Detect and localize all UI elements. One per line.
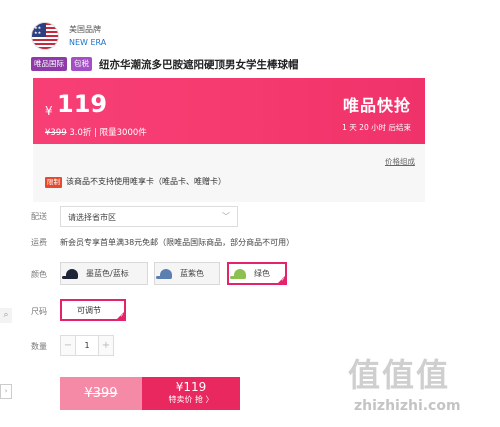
discount-rate: 3.0折	[69, 128, 92, 138]
watermark-domain: zhizhizhi.com	[354, 398, 461, 414]
buy-flash-sale-button[interactable]: ¥119 特卖价 抢 〉	[142, 377, 240, 410]
delivery-label: 配送	[31, 212, 47, 221]
color-option-green[interactable]: 绿色	[227, 262, 287, 285]
price-subline: ¥399 3.0折 | 限量3000件	[45, 126, 147, 138]
product-title-row: 唯品国际 包税 纽亦华潮流多巴胺遮阳硬顶男女学生棒球帽	[31, 56, 299, 72]
quantity-value[interactable]: 1	[75, 336, 99, 355]
brand-name-link[interactable]: NEW ERA	[69, 38, 106, 47]
original-price-label: ¥399	[84, 386, 118, 401]
countdown-timer: 1 天 20 小时 后结束	[342, 123, 411, 132]
current-price: 119	[57, 90, 108, 118]
search-icon[interactable]: ⌕	[0, 308, 12, 323]
flash-sale-title: 唯品快抢	[342, 96, 411, 115]
restriction-badge: 限制	[45, 177, 62, 188]
brand-origin: 美国品牌	[69, 25, 101, 34]
color-option-label: 绿色	[254, 269, 270, 278]
color-option-label: 墨蓝色/蓝标	[86, 269, 129, 278]
product-title: 纽亦华潮流多巴胺遮阳硬顶男女学生棒球帽	[99, 58, 299, 71]
size-option-label: 可调节	[77, 306, 101, 315]
price-info-box: 价格组成 限制 该商品不支持使用唯享卡（唯品卡、唯赠卡）	[33, 144, 425, 202]
chevron-down-icon: ﹀	[222, 212, 230, 221]
restriction-text: 该商品不支持使用唯享卡（唯品卡、唯赠卡）	[66, 177, 226, 186]
size-label: 尺码	[31, 307, 47, 316]
color-label: 颜色	[31, 270, 47, 279]
cap-thumbnail	[62, 268, 81, 280]
size-option-adjustable[interactable]: 可调节	[60, 299, 126, 321]
selected-check-icon	[116, 311, 125, 320]
watermark-logo: 值值值	[348, 356, 451, 394]
chevron-right-icon[interactable]: ›	[0, 384, 12, 399]
flash-buy-label: 特卖价 抢 〉	[168, 395, 214, 404]
cap-thumbnail	[156, 268, 175, 280]
limited-quantity: | 限量3000件	[94, 128, 147, 138]
price-composition-link[interactable]: 价格组成	[385, 156, 415, 167]
region-select-value: 请选择省市区	[68, 213, 116, 222]
flash-sale-price-banner: ¥ 119 ¥399 3.0折 | 限量3000件 唯品快抢 1 天 20 小时…	[33, 78, 425, 144]
freight-label: 运费	[31, 238, 47, 247]
vip-international-tag: 唯品国际	[31, 57, 67, 71]
buy-at-original-price-button[interactable]: ¥399	[60, 377, 142, 410]
cap-thumbnail	[230, 268, 249, 280]
watermark: 值值值 zhizhizhi.com	[348, 350, 494, 420]
color-option-label: 蓝紫色	[180, 269, 204, 278]
quantity-stepper: − 1 +	[60, 335, 114, 356]
currency-symbol: ¥	[45, 104, 53, 118]
us-flag-icon	[31, 22, 59, 50]
flash-price-label: ¥119	[175, 380, 207, 394]
tax-included-tag: 包税	[71, 57, 92, 71]
original-price: ¥399	[45, 128, 67, 138]
freight-text: 新会员专享首单满38元免邮（限唯品国际商品，部分商品不可用）	[60, 238, 295, 247]
quantity-label: 数量	[31, 342, 47, 351]
quantity-plus-button[interactable]: +	[99, 336, 113, 355]
quantity-minus-button[interactable]: −	[61, 336, 75, 355]
region-select[interactable]: 请选择省市区 ﹀	[60, 206, 238, 227]
selected-check-icon	[277, 275, 286, 284]
color-option-blue-purple[interactable]: 蓝紫色	[154, 262, 220, 285]
color-option-navy[interactable]: 墨蓝色/蓝标	[60, 262, 148, 285]
